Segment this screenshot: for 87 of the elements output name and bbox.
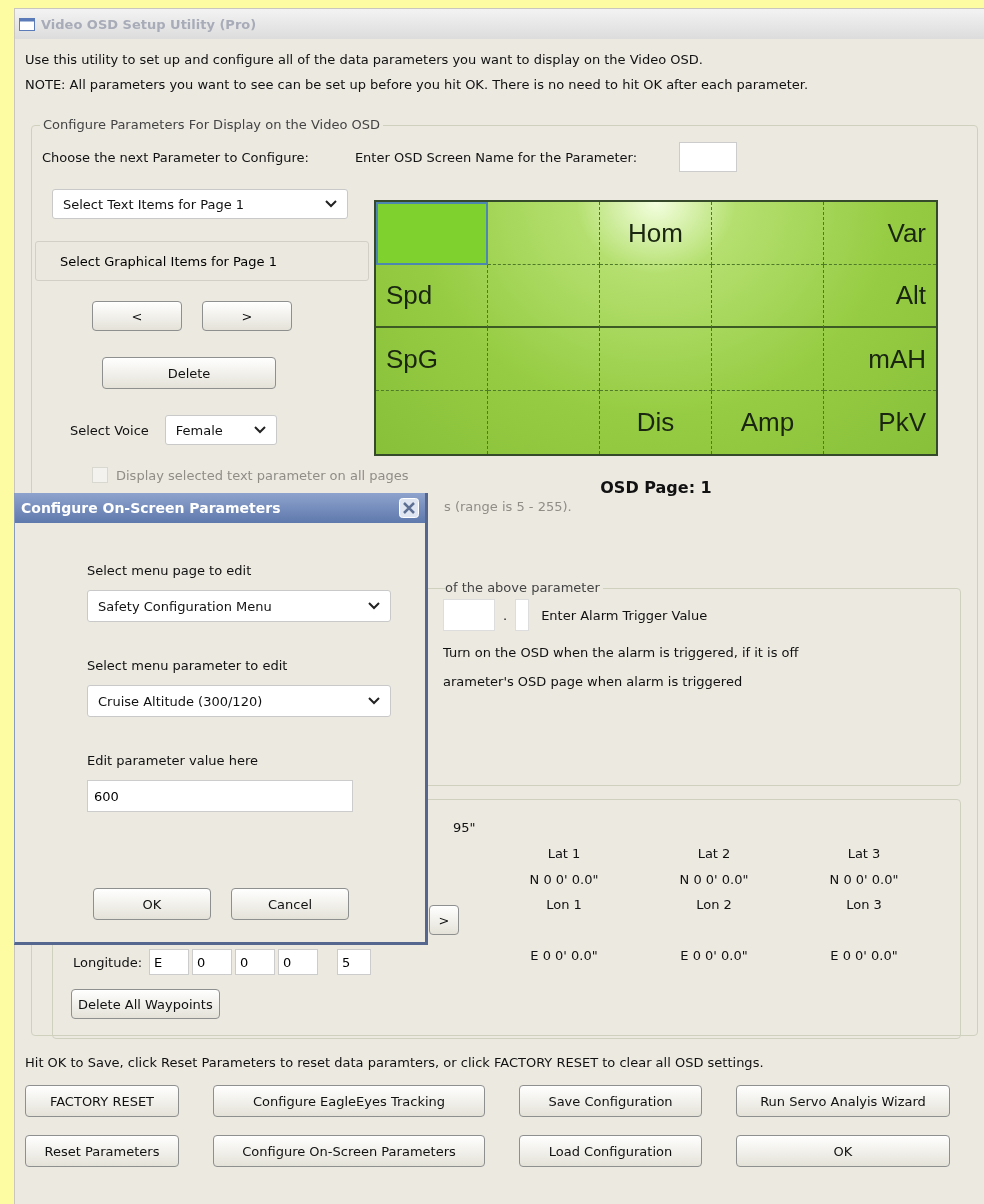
alarm-value-field[interactable] (443, 599, 495, 631)
range-note: s (range is 5 - 255). (444, 499, 572, 514)
voice-dropdown[interactable]: Female (164, 415, 277, 445)
delete-all-waypoints-button[interactable]: Delete All Waypoints (71, 989, 220, 1019)
dialog-title: Configure On-Screen Parameters (21, 500, 281, 516)
longitude-field[interactable]: E (149, 949, 190, 975)
longitude-field[interactable]: 5 (337, 949, 372, 975)
dialog-button[interactable]: Cancel (231, 888, 349, 920)
osd-cell[interactable]: SpG (376, 328, 488, 391)
screen-name-label: Enter OSD Screen Name for the Parameter: (354, 149, 638, 165)
footer-text: Hit OK to Save, click Reset Parameters to reset data paramters, or click FACTORY RESET to clear all OSD settings. (25, 1054, 765, 1072)
osd-cell[interactable] (488, 265, 600, 328)
close-icon[interactable] (399, 498, 419, 518)
group-legend: Configure Parameters For Display on the Video OSD (40, 117, 384, 132)
chevron-icon (325, 200, 337, 208)
osd-cell[interactable]: PkV (824, 391, 936, 454)
dialog-button[interactable]: OK (93, 888, 211, 920)
nav-button[interactable]: > (202, 301, 292, 331)
decimal-point: . (503, 607, 508, 623)
osd-cell[interactable] (712, 265, 824, 328)
osd-cell[interactable]: mAH (824, 328, 936, 391)
window-icon (19, 17, 35, 31)
longitude-label: Lon 3 (846, 897, 882, 912)
osd-cell[interactable] (488, 328, 600, 391)
osd-page-label: OSD Page: 1 (600, 478, 712, 497)
osd-cell[interactable]: Hom (600, 202, 712, 265)
alarm-option-label: Turn on the OSD when the alarm is triggered, if it is off (443, 645, 800, 660)
osd-cell[interactable]: Spd (376, 265, 488, 328)
osd-cell[interactable] (712, 328, 824, 391)
action-button[interactable]: Load Configuration (519, 1135, 702, 1167)
text-items-dropdown[interactable]: Select Text Items for Page 1 (52, 189, 348, 219)
osd-cell[interactable] (600, 328, 712, 391)
screen-name-field[interactable] (679, 142, 738, 172)
longitude-value: E 0 0' 0.0" (530, 947, 598, 963)
osd-cell[interactable]: Amp (712, 391, 824, 454)
nav-button[interactable]: < (92, 301, 182, 331)
action-button[interactable]: Configure EagleEyes Tracking (213, 1085, 485, 1117)
osd-cell[interactable] (376, 202, 488, 265)
longitude-label: Lon 2 (696, 897, 732, 912)
delete-button[interactable]: Delete (102, 357, 276, 389)
chevron-icon (253, 426, 266, 434)
next-waypoint-button[interactable]: > (429, 905, 459, 935)
longitude-field[interactable]: 0 (278, 949, 319, 975)
osd-cell[interactable] (600, 265, 712, 328)
latitude-value: N 0 0' 0.0" (679, 871, 749, 887)
position-text: 95" (453, 820, 476, 835)
osd-cell[interactable]: Var (824, 202, 936, 265)
action-button[interactable]: OK (736, 1135, 950, 1167)
checkbox-label: Display selected text parameter on all pages (116, 467, 409, 483)
action-button[interactable]: FACTORY RESET (25, 1085, 179, 1117)
action-button[interactable]: Run Servo Analyis Wizard (736, 1085, 950, 1117)
longitude-field[interactable]: 0 (235, 949, 276, 975)
parameter-value-field[interactable]: 600 (87, 780, 353, 812)
parameter-select-label: Select menu parameter to edit (87, 658, 289, 673)
action-button[interactable]: Save Configuration (519, 1085, 702, 1117)
value-label: Edit parameter value here (87, 753, 259, 768)
action-button[interactable]: Reset Parameters (25, 1135, 179, 1167)
osd-cell[interactable]: Dis (600, 391, 712, 454)
latitude-value: N 0 0' 0.0" (829, 871, 899, 887)
intro-text: Use this utility to set up and configure all of the data parameters you want to display on the Video OSD. (25, 51, 704, 69)
intro-text: NOTE: All parameters you want to see can be set up before you hit OK. There is no need to hit OK after each parameter. (25, 76, 810, 94)
alarm-trigger-label: Enter Alarm Trigger Value (541, 607, 708, 623)
chevron-icon (368, 602, 380, 610)
osd-cell[interactable]: Alt (824, 265, 936, 328)
osd-cell[interactable] (712, 202, 824, 265)
window-title: Video OSD Setup Utility (Pro) (41, 16, 257, 32)
alarm-option-label: arameter's OSD page when alarm is triggered (443, 674, 744, 689)
latitude-label: Lat 1 (547, 845, 581, 861)
longitude-field[interactable]: 0 (192, 949, 233, 975)
alarm-decimal-field[interactable] (515, 599, 530, 631)
latitude-label: Lat 2 (697, 845, 731, 861)
graphical-items-button[interactable]: Select Graphical Items for Page 1 (35, 241, 369, 281)
page-select-label: Select menu page to edit (87, 563, 253, 578)
osd-cell[interactable] (488, 202, 600, 265)
longitude-label: Lon 1 (546, 897, 582, 912)
menu-parameter-dropdown[interactable]: Cruise Altitude (300/120) (87, 685, 391, 717)
longitude-label: Longitude: (73, 954, 143, 970)
longitude-value: E 0 0' 0.0" (680, 947, 748, 963)
latitude-label: Lat 3 (847, 845, 881, 861)
parameter-label: Choose the next Parameter to Configure: (42, 149, 309, 165)
chevron-icon (368, 697, 380, 705)
longitude-value: E 0 0' 0.0" (830, 947, 898, 963)
action-button[interactable]: Configure On-Screen Parameters (213, 1135, 485, 1167)
voice-label: Select Voice (70, 422, 149, 438)
latitude-value: N 0 0' 0.0" (529, 871, 599, 887)
alarm-group-legend: of the above parameter (445, 580, 603, 595)
menu-page-dropdown[interactable]: Safety Configuration Menu (87, 590, 391, 622)
